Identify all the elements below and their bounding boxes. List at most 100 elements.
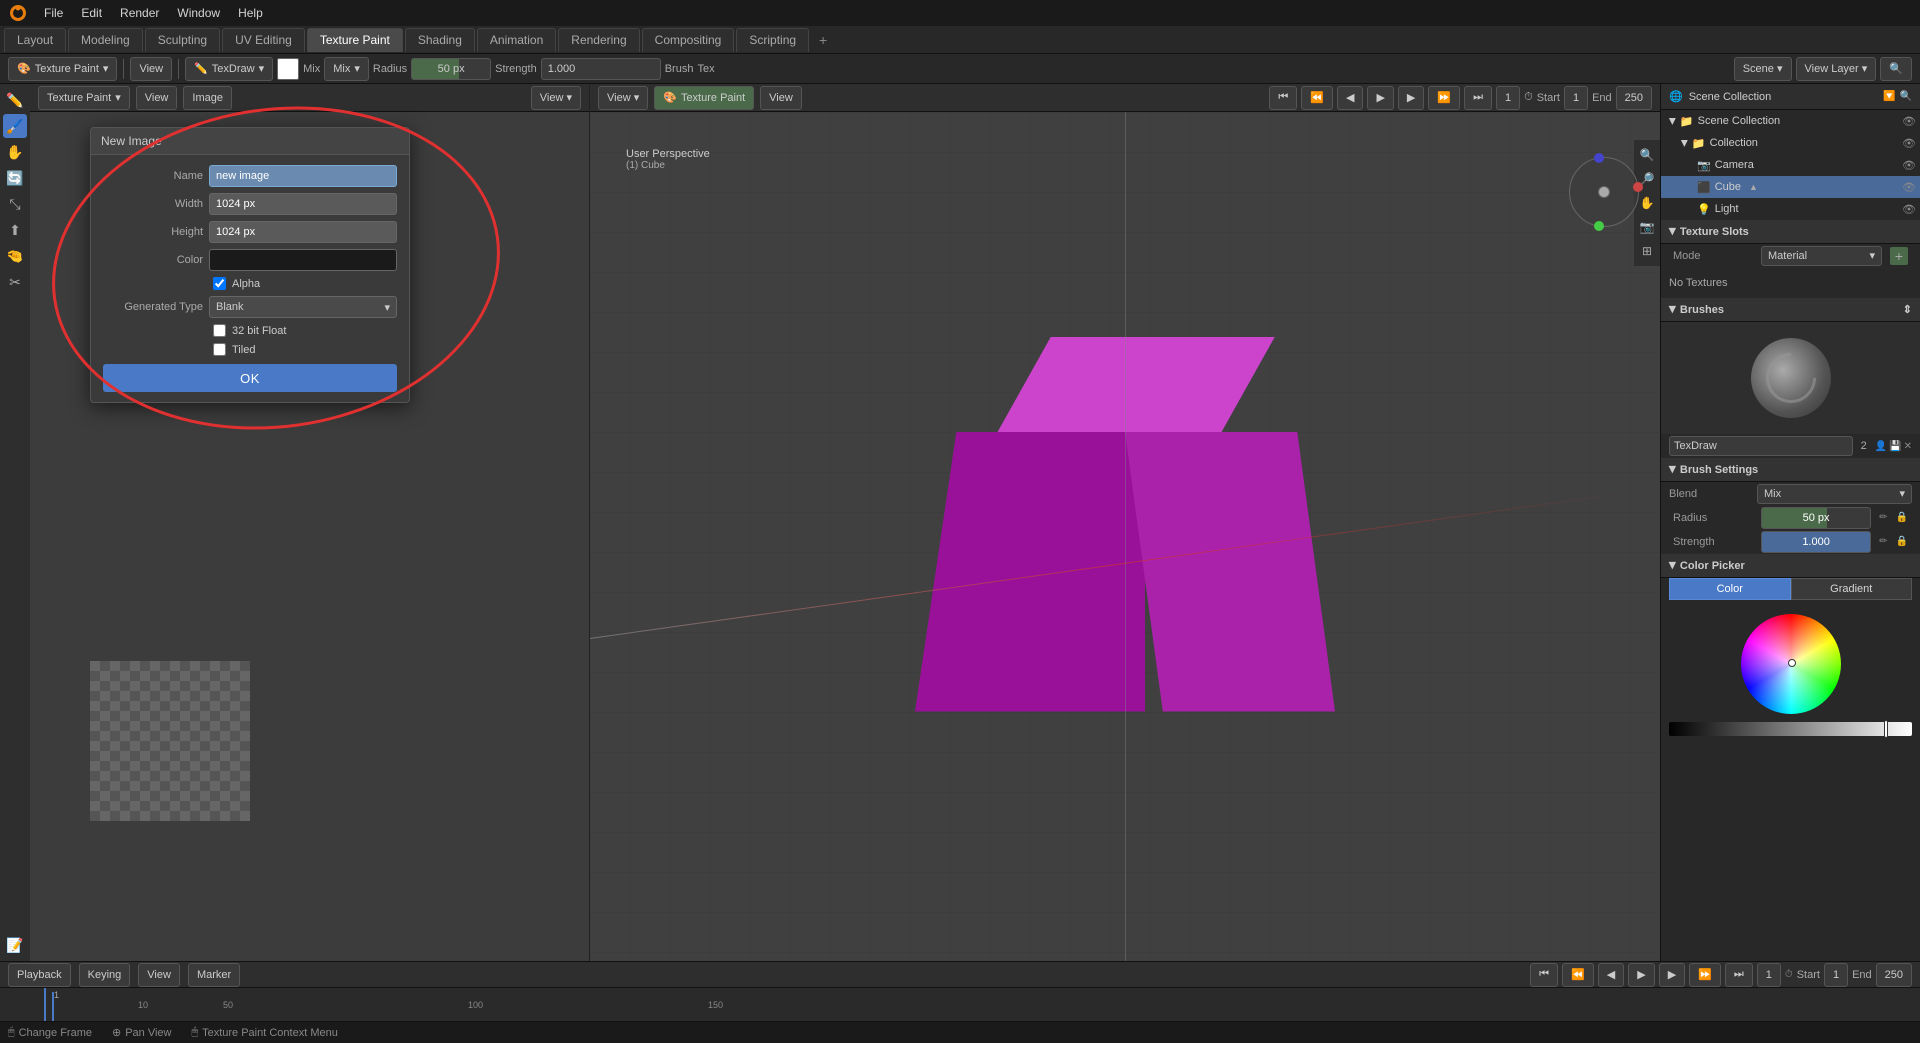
- outliner-camera[interactable]: 📷 Camera 👁: [1661, 154, 1920, 176]
- color-wheel[interactable]: [1741, 614, 1841, 714]
- tl-to-start[interactable]: ⏮: [1530, 963, 1558, 987]
- brush-save-icon[interactable]: 💾: [1889, 441, 1901, 452]
- nav-x-dot[interactable]: [1633, 182, 1643, 192]
- tool-selector[interactable]: ✏️ TexDraw ▾: [185, 57, 273, 81]
- nav-center-dot[interactable]: [1598, 186, 1610, 198]
- view-layer-btn[interactable]: View Layer ▾: [1796, 57, 1877, 81]
- gen-type-select[interactable]: Blank ▾: [209, 296, 397, 318]
- tab-rendering[interactable]: Rendering: [558, 28, 639, 52]
- uv-image-btn[interactable]: Image: [183, 86, 232, 110]
- scene-selector[interactable]: Scene ▾: [1734, 57, 1792, 81]
- value-slider-handle[interactable]: [1884, 720, 1888, 738]
- menu-file[interactable]: File: [36, 2, 71, 24]
- uv-tool-scale[interactable]: ⤡: [3, 192, 27, 216]
- outliner-cube[interactable]: ⬛ Cube ▲ 👁: [1661, 176, 1920, 198]
- nav-to-end[interactable]: ⏭: [1464, 86, 1492, 110]
- height-input[interactable]: [209, 221, 397, 243]
- brush-expand-icon[interactable]: ⇕: [1903, 303, 1912, 316]
- tab-sculpting[interactable]: Sculpting: [145, 28, 220, 52]
- nav-play[interactable]: ▶: [1367, 86, 1393, 110]
- search-btn[interactable]: 🔍: [1880, 57, 1912, 81]
- brush-delete-icon[interactable]: ✕: [1904, 441, 1912, 452]
- tl-prev-frame[interactable]: ◀: [1598, 963, 1624, 987]
- collection-eye-icon[interactable]: 👁: [1902, 137, 1916, 150]
- nav-next-key[interactable]: ⏩: [1428, 86, 1460, 110]
- marker-menu[interactable]: Marker: [188, 963, 240, 987]
- tab-layout[interactable]: Layout: [4, 28, 66, 52]
- outliner-scene-collection[interactable]: ▶ 📁 Scene Collection 👁: [1661, 110, 1920, 132]
- gizmo-container[interactable]: [1564, 152, 1644, 232]
- nav-y-dot[interactable]: [1594, 221, 1604, 231]
- uv-tool-pinch[interactable]: 🤏: [3, 244, 27, 268]
- menu-window[interactable]: Window: [169, 2, 228, 24]
- camera-eye-icon[interactable]: 👁: [1902, 159, 1916, 172]
- nav-to-start[interactable]: ⏮: [1269, 86, 1297, 110]
- uv-tool-rotate[interactable]: 🔄: [3, 166, 27, 190]
- playback-menu[interactable]: Playback: [8, 963, 71, 987]
- radius-edit-icon[interactable]: ✏: [1879, 512, 1887, 523]
- uv-tool-annotate[interactable]: ✏️: [3, 88, 27, 112]
- current-frame-input[interactable]: 1: [1496, 86, 1520, 110]
- navigation-gizmo[interactable]: [1564, 152, 1644, 232]
- uv-view-toggle[interactable]: View ▾: [531, 86, 581, 110]
- nav-z-dot[interactable]: [1594, 153, 1604, 163]
- width-input[interactable]: [209, 193, 397, 215]
- tl-play[interactable]: ▶: [1628, 963, 1654, 987]
- strength-slider[interactable]: 1.000: [1761, 531, 1871, 553]
- tl-to-end[interactable]: ⏭: [1725, 963, 1753, 987]
- keying-menu[interactable]: Keying: [79, 963, 131, 987]
- foreground-color[interactable]: [277, 58, 299, 80]
- tab-scripting[interactable]: Scripting: [736, 28, 809, 52]
- color-tab[interactable]: Color: [1669, 578, 1791, 600]
- menu-render[interactable]: Render: [112, 2, 167, 24]
- tab-uv-editing[interactable]: UV Editing: [222, 28, 305, 52]
- tab-add[interactable]: +: [811, 28, 835, 52]
- search-outliner-icon[interactable]: 🔍: [1900, 91, 1912, 102]
- end-frame-input[interactable]: 250: [1616, 86, 1652, 110]
- timeline-view-menu[interactable]: View: [138, 963, 180, 987]
- uv-tool-paint[interactable]: 🖌️: [3, 114, 27, 138]
- float32-checkbox[interactable]: [213, 324, 226, 337]
- vp-view-toggle[interactable]: View: [760, 86, 802, 110]
- outliner-collection[interactable]: ▶ 📁 Collection 👁: [1661, 132, 1920, 154]
- uv-tool-push[interactable]: ⬆: [3, 218, 27, 242]
- start-frame-input[interactable]: 1: [1564, 86, 1588, 110]
- texture-slots-header[interactable]: ▶ Texture Slots: [1661, 220, 1920, 244]
- vp-texture-paint-mode[interactable]: 🎨 Texture Paint: [654, 86, 754, 110]
- viewport-body[interactable]: User Perspective (1) Cube: [590, 112, 1660, 961]
- tab-compositing[interactable]: Compositing: [642, 28, 735, 52]
- vp-grid[interactable]: ⊞: [1636, 240, 1658, 262]
- brush-name-display[interactable]: TexDraw: [1669, 436, 1853, 456]
- uv-tool-annotate2[interactable]: 📝: [3, 933, 27, 957]
- color-wheel-picker[interactable]: [1788, 659, 1796, 667]
- tab-modeling[interactable]: Modeling: [68, 28, 143, 52]
- value-slider[interactable]: [1669, 722, 1912, 736]
- radius-slider[interactable]: 50 px: [1761, 507, 1871, 529]
- nav-prev-frame[interactable]: ◀: [1337, 86, 1363, 110]
- color-picker-header[interactable]: ▶ Color Picker: [1661, 554, 1920, 578]
- menu-help[interactable]: Help: [230, 2, 271, 24]
- blend-mode-selector[interactable]: Mix ▾: [324, 57, 369, 81]
- ok-button[interactable]: OK: [103, 364, 397, 392]
- nav-next-frame[interactable]: ▶: [1398, 86, 1424, 110]
- add-texture-btn[interactable]: +: [1890, 247, 1908, 265]
- outliner-light[interactable]: 💡 Light 👁: [1661, 198, 1920, 220]
- tab-animation[interactable]: Animation: [477, 28, 556, 52]
- nav-circle[interactable]: [1569, 157, 1639, 227]
- strength-input-header[interactable]: 1.000: [541, 58, 661, 80]
- tl-next-key[interactable]: ⏩: [1689, 963, 1721, 987]
- brush-settings-header[interactable]: ▶ Brush Settings: [1661, 458, 1920, 482]
- tab-texture-paint[interactable]: Texture Paint: [307, 28, 403, 52]
- strength-edit-icon[interactable]: ✏: [1879, 536, 1887, 547]
- uv-view-btn[interactable]: View: [136, 86, 178, 110]
- name-input[interactable]: [209, 165, 397, 187]
- alpha-checkbox[interactable]: [213, 277, 226, 290]
- uv-texture-paint-btn[interactable]: Texture Paint ▾: [38, 86, 130, 110]
- radius-input-header[interactable]: 50 px: [411, 58, 491, 80]
- vp-view-btn[interactable]: View ▾: [598, 86, 648, 110]
- nav-prev-key[interactable]: ⏪: [1301, 86, 1333, 110]
- tl-current-frame[interactable]: 1: [1757, 963, 1781, 987]
- strength-lock-icon[interactable]: 🔒: [1896, 536, 1908, 547]
- tl-start-frame[interactable]: 1: [1824, 963, 1848, 987]
- light-eye-icon[interactable]: 👁: [1902, 203, 1916, 216]
